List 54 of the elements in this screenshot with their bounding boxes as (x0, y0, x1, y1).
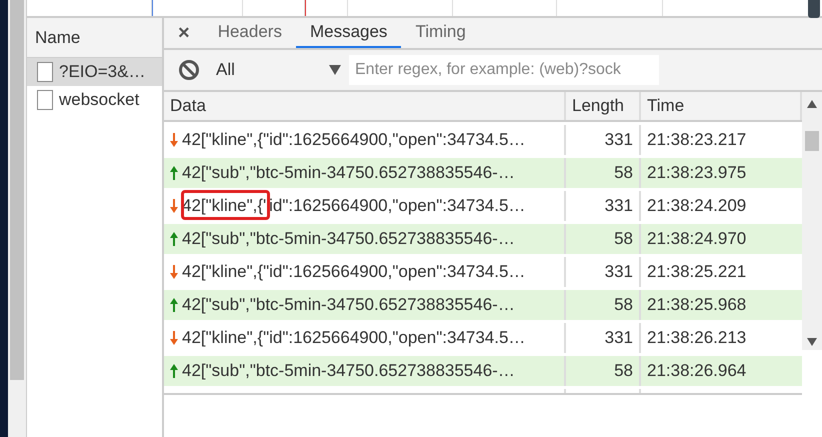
close-button[interactable]: × (164, 18, 204, 48)
message-row[interactable]: 42["sub","btc-5min-34750.652738835546-… 58 21:38:23.975 (164, 158, 802, 188)
length-cell: 58 (566, 356, 641, 386)
time-cell-text: 21:38:26.964 (646, 360, 748, 382)
time-cell-text: 21:38:26.213 (646, 327, 748, 350)
column-header[interactable]: Data (164, 92, 566, 120)
tab[interactable]: Timing (401, 18, 480, 48)
caret-icon (329, 65, 341, 75)
time-cell-text: 21:38:24.209 (646, 195, 748, 218)
length-cell: 331 (566, 257, 641, 287)
down-arrow-icon (170, 265, 178, 279)
regex-filter-field[interactable]: Enter regex, for example: (web)?sock (349, 55, 659, 85)
document-icon (37, 62, 53, 82)
length-cell: 58 (566, 224, 641, 254)
tab[interactable]: Headers (204, 18, 296, 48)
message-row[interactable]: 42["sub","btc-5min-34750.652738835546-… 58 21:38:25.968 (164, 290, 802, 320)
scrollbar-thumb[interactable] (805, 131, 819, 151)
dropdown-value: All (216, 59, 236, 82)
up-arrow-icon (170, 364, 178, 378)
tab[interactable]: Messages (296, 18, 402, 48)
up-arrow-icon (170, 232, 178, 246)
up-arrow-icon (170, 298, 178, 312)
message-row[interactable]: 42["sub","btc-5min-34750.652738835546-… 58 21:38:26.964 (164, 356, 802, 386)
scroll-down-icon[interactable] (807, 338, 817, 346)
time-cell-text: 21:38:25.221 (646, 261, 748, 284)
time-cell-text: 21:38:25.968 (646, 294, 748, 316)
time-cell-text: 21:38:23.975 (646, 162, 748, 184)
length-cell: 331 (566, 125, 641, 155)
down-arrow-icon (170, 133, 178, 147)
block-icon[interactable] (178, 59, 200, 81)
up-arrow-icon (170, 166, 178, 180)
time-cell-text: 21:38:24.970 (646, 228, 748, 250)
message-data: 42["kline",{"id":1625664900,"open":34734.5… (182, 261, 526, 284)
request-item[interactable]: ?EIO=3&… (27, 58, 162, 86)
scrollbar-thumb[interactable] (10, 0, 24, 380)
document-icon (37, 90, 53, 110)
message-data: 42["sub","btc-5min-34750.652738835546-… (182, 294, 515, 316)
scroll-up-icon[interactable] (807, 100, 817, 108)
down-arrow-icon (170, 331, 178, 345)
length-cell: 331 (566, 323, 641, 353)
length-cell: 58 (566, 158, 641, 188)
message-data: 42["kline",{"id":1625664900,"open":34734.5… (182, 129, 526, 152)
message-data: 42["kline",{"id":1625664900,"open":34734.5… (182, 327, 526, 350)
column-header[interactable]: Length (566, 92, 641, 120)
message-row[interactable]: 42["sub","btc-5min-34750.652738835546-… 58 21:38:24.970 (164, 224, 802, 254)
length-cell: 331 (566, 191, 641, 221)
down-arrow-icon (170, 199, 178, 213)
type-dropdown[interactable]: All (216, 57, 341, 83)
message-data: 42["sub","btc-5min-34750.652738835546-… (182, 360, 515, 382)
time-cell-text: 21:38:23.217 (646, 129, 748, 152)
length-cell: 58 (566, 290, 641, 320)
message-data: 42["sub","btc-5min-34750.652738835546-… (182, 228, 515, 250)
name-column-header[interactable]: Name (27, 18, 162, 58)
message-data: 42["sub","btc-5min-34750.652738835546-… (182, 162, 515, 184)
